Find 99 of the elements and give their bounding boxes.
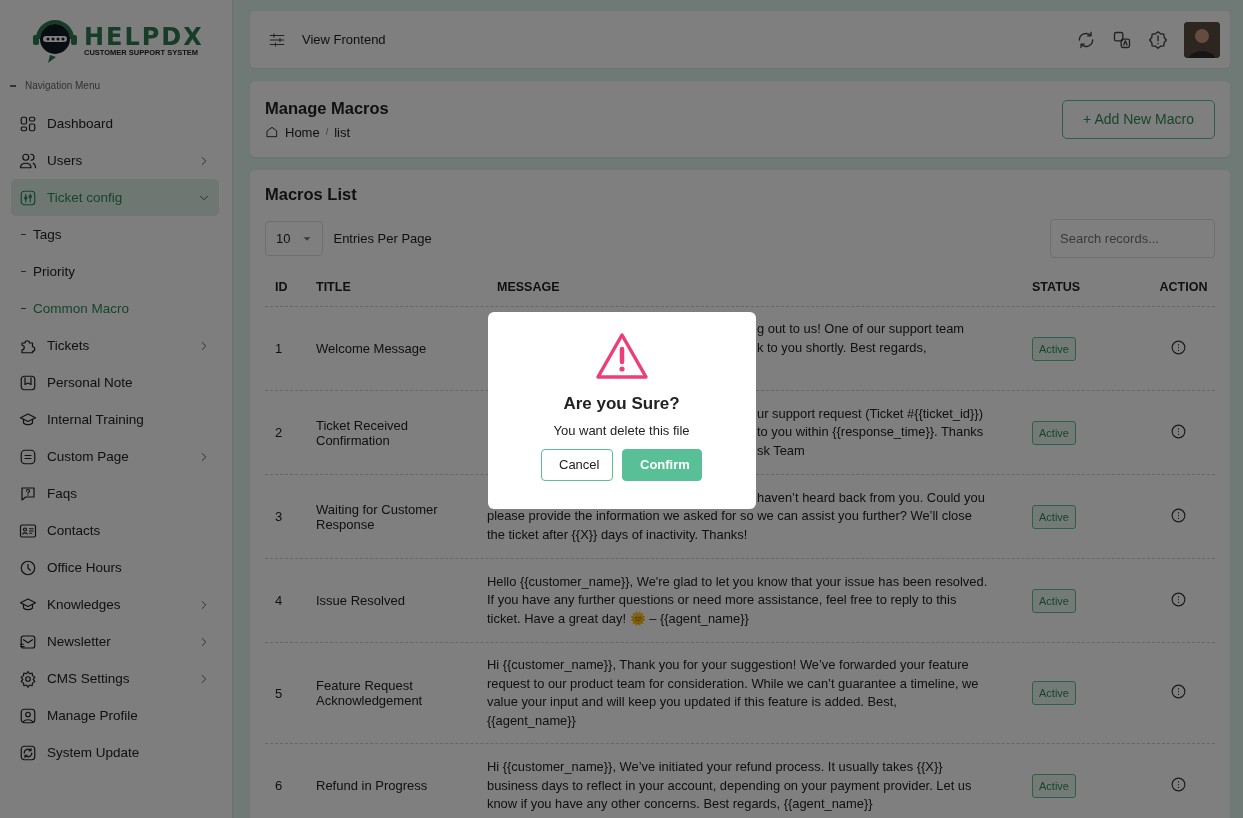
envelope-icon xyxy=(19,632,37,651)
more-options-icon[interactable] xyxy=(1170,422,1187,440)
column-header: MESSAGE xyxy=(496,279,561,296)
id-cell-text: 3 xyxy=(274,509,284,524)
grid-icon xyxy=(19,114,37,133)
column-header: TITLE xyxy=(315,279,352,296)
message-text: ticket. Have a great day! 🌞 – {{agent_name}} xyxy=(487,609,749,628)
document-icon xyxy=(19,447,37,466)
users-icon xyxy=(19,151,37,170)
view-frontend-link[interactable]: View Frontend xyxy=(302,32,386,47)
status-badge: Active xyxy=(1032,588,1076,613)
title-cell-text: Refund in Progress xyxy=(315,778,429,794)
id-cell-text: 2 xyxy=(274,425,284,440)
id-cell-text: 6 xyxy=(274,778,284,794)
message-text: please provide the information we asked for so we can assist you further? We’ll close xyxy=(487,507,972,526)
clock-icon xyxy=(19,558,37,577)
breadcrumb-link[interactable]: list xyxy=(334,124,351,140)
status-badge: Active xyxy=(1032,420,1076,445)
sidebar-item[interactable]: Internal Training xyxy=(11,401,219,438)
message-text: ur support request (Ticket #{{ticket_id}}) xyxy=(757,404,983,423)
warning-icon xyxy=(594,331,649,380)
message-text: to you within {{response_time}}. Thanks xyxy=(757,423,984,442)
message-text: haven’t heard back from you. Could you xyxy=(757,488,985,507)
refresh-icon xyxy=(19,743,37,762)
page-title: Manage Macros xyxy=(265,98,389,118)
column-header: ID xyxy=(274,279,289,296)
chat-question-icon xyxy=(19,484,37,503)
message-text: know if you have any other concerns. Best regards, {{agent_name}} xyxy=(487,795,873,814)
section-label: Navigation Menu xyxy=(25,80,101,91)
sidebar-item[interactable]: Office Hours xyxy=(11,549,219,586)
sidebar-item[interactable]: Contacts xyxy=(11,512,219,549)
sidebar-item[interactable]: CMS Settings xyxy=(11,660,219,697)
user-avatar[interactable] xyxy=(1184,21,1220,58)
column-header: ACTION xyxy=(1158,279,1209,296)
sync-icon xyxy=(1076,29,1096,50)
message-text: Hi {{customer_name}}, We’ve initiated your refund process. It usually takes {{X}} xyxy=(487,758,943,776)
status-badge: Active xyxy=(1032,504,1076,529)
column-header: STATUS xyxy=(1031,279,1082,296)
breadcrumb-separator: / xyxy=(325,127,329,137)
message-text: value your input and will keep you updated if this feature is added. Best, xyxy=(487,693,897,712)
message-text: If you have any further questions or need more assistance, feel free to reply to this xyxy=(487,591,957,610)
message-text: {{agent_name}} xyxy=(487,711,576,730)
message-text: k to you shortly. Best regards, xyxy=(757,339,927,357)
submenu-item[interactable]: Common Macro xyxy=(0,290,232,327)
sidebar-item[interactable]: Newsletter xyxy=(11,623,219,660)
sidebar-item[interactable]: System Update xyxy=(11,734,219,771)
dialog-message: You want delete this file xyxy=(553,422,690,438)
id-cell-text: 5 xyxy=(274,685,284,701)
message-text: the ticket after {{X}} days of inactivity. Thanks! xyxy=(487,525,748,544)
sidebar-item[interactable]: Manage Profile xyxy=(11,697,219,734)
message-text: sk Team xyxy=(757,441,805,460)
entries-per-page-select[interactable]: 10 xyxy=(265,221,324,256)
home-icon xyxy=(265,125,279,139)
id-cell-text: 1 xyxy=(274,341,284,356)
sidebar-item[interactable]: Dashboard xyxy=(11,105,219,142)
card-title: Macros List xyxy=(265,185,358,204)
breadcrumb-link[interactable]: Home xyxy=(285,124,320,140)
more-options-icon[interactable] xyxy=(1170,590,1187,608)
message-text: request to our product team for consideration. While we can’t guarantee a timeline, we xyxy=(487,674,979,693)
message-text: g out to us! One of our support team xyxy=(757,320,965,339)
user-profile-icon xyxy=(19,706,37,725)
status-badge: Active xyxy=(1032,773,1076,798)
submenu-item[interactable]: Priority xyxy=(0,253,232,290)
sidebar-item[interactable]: Ticket config xyxy=(11,179,219,216)
add-new-macro-button[interactable]: + Add New Macro xyxy=(1062,99,1215,139)
title-cell-text: Issue Resolved xyxy=(315,593,406,608)
message-text: Hello {{customer_name}}, We're glad to let you know that your issue has been resolved. xyxy=(487,572,988,591)
title-cell-text: Feature Request Acknowledgement xyxy=(315,678,424,709)
title-cell-text: Ticket Received Confirmation xyxy=(315,417,409,448)
headset-logo-icon xyxy=(30,17,80,65)
sidebar-item[interactable]: Tickets xyxy=(11,327,219,364)
cancel-button[interactable]: Cancel xyxy=(541,448,613,481)
search-field[interactable]: Search records... xyxy=(1050,219,1215,258)
dialog-title: Are you Sure? xyxy=(563,393,680,414)
status-badge: Active xyxy=(1032,336,1076,361)
logo-name: HELPDX xyxy=(84,24,204,49)
status-badge: Active xyxy=(1032,681,1076,706)
sliders-icon xyxy=(19,188,37,207)
sidebar-item[interactable]: Faqs xyxy=(11,475,219,512)
sidebar-item[interactable]: Knowledges xyxy=(11,586,219,623)
sidebar-item[interactable]: Users xyxy=(11,142,219,179)
sidebar-item[interactable]: Personal Note xyxy=(11,364,219,401)
translate-icon xyxy=(1112,29,1132,50)
id-card-icon xyxy=(19,521,37,540)
message-text: Hi {{customer_name}}, Thank you for your suggestion! We’ve forwarded your feature xyxy=(487,656,969,674)
id-cell-text: 4 xyxy=(274,593,284,608)
more-options-icon[interactable] xyxy=(1170,338,1187,356)
title-cell-text: Welcome Message xyxy=(315,341,428,356)
title-cell-text: Waiting for Customer Response xyxy=(315,501,439,532)
entries-label: Entries Per Page xyxy=(333,231,432,246)
note-icon xyxy=(19,373,37,392)
more-options-icon[interactable] xyxy=(1170,775,1187,793)
more-options-icon[interactable] xyxy=(1170,506,1187,524)
gear-icon xyxy=(19,669,37,688)
submenu-item[interactable]: Tags xyxy=(0,216,232,253)
more-options-icon[interactable] xyxy=(1170,683,1187,701)
message-text: business days to reflect in your account, depending on your payment provider. Let us xyxy=(487,776,972,795)
sidebar-item[interactable]: Custom Page xyxy=(11,438,219,475)
alert-badge-icon xyxy=(1148,29,1168,50)
